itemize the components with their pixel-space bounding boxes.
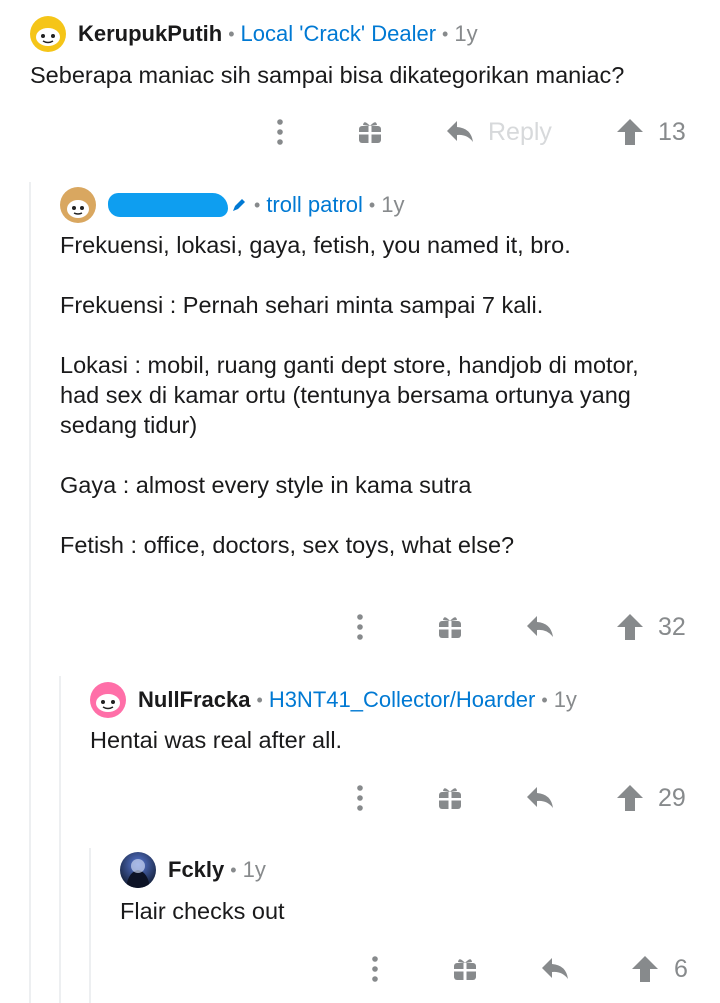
comment-meta: KerupukPutih • Local 'Crack' Dealer • 1y: [30, 16, 478, 52]
reply-button[interactable]: [524, 607, 556, 647]
vote-count: 29: [658, 783, 686, 812]
reply-button[interactable]: Reply: [446, 112, 566, 152]
comment-age: 1y: [381, 192, 405, 217]
upvote-button[interactable]: [614, 607, 646, 647]
comment-meta: NullFracka • H3NT41_Collector/Hoarder • …: [90, 682, 577, 718]
reply-icon: [446, 120, 474, 144]
gift-icon: [438, 615, 462, 639]
avatar[interactable]: [30, 16, 66, 52]
gift-icon: [358, 120, 382, 144]
award-button[interactable]: [436, 607, 464, 647]
comment-body: Seberapa maniac sih sampai bisa dikatego…: [30, 62, 625, 88]
separator-dot: •: [541, 689, 548, 710]
avatar[interactable]: [90, 682, 126, 718]
reply-label: Reply: [488, 117, 552, 146]
more-vertical-icon: [372, 956, 378, 982]
upvote-arrow-icon: [616, 118, 644, 146]
vote-count: 13: [658, 117, 686, 146]
more-options-button[interactable]: [346, 778, 374, 818]
more-options-button[interactable]: [266, 112, 294, 152]
reply-icon: [526, 786, 554, 810]
user-flair: Local 'Crack' Dealer: [240, 21, 437, 46]
vote-count: 32: [658, 612, 686, 641]
more-vertical-icon: [357, 785, 363, 811]
award-button[interactable]: [436, 778, 464, 818]
upvote-arrow-icon: [631, 955, 659, 983]
comment-age: 1y: [454, 21, 478, 46]
more-options-button[interactable]: [346, 607, 374, 647]
vote-count: 6: [674, 954, 688, 983]
gift-icon: [438, 786, 462, 810]
upvote-button[interactable]: [629, 949, 661, 989]
avatar[interactable]: [60, 187, 96, 223]
reply-icon: [526, 615, 554, 639]
comment-actions: Reply 13: [0, 112, 720, 152]
comment-meta: Fckly • 1y: [120, 852, 266, 888]
comment-actions: 29: [0, 778, 720, 818]
more-vertical-icon: [277, 119, 283, 145]
username[interactable]: Fckly: [168, 857, 224, 883]
thread-line-level-1[interactable]: [29, 182, 31, 1003]
comment-body: Hentai was real after all.: [90, 727, 343, 753]
separator-dot: •: [256, 689, 263, 710]
award-button[interactable]: [356, 112, 384, 152]
reply-icon: [541, 957, 569, 981]
comment-age: 1y: [553, 687, 577, 712]
separator-dot: •: [254, 194, 261, 215]
username[interactable]: NullFracka: [138, 687, 251, 713]
comment-body: Flair checks out: [120, 898, 285, 924]
reply-button[interactable]: [539, 949, 571, 989]
user-flair: troll patrol: [266, 192, 363, 217]
comment-age: 1y: [242, 857, 266, 882]
separator-dot: •: [228, 23, 235, 44]
user-flair: H3NT41_Collector/Hoarder: [268, 687, 536, 712]
more-vertical-icon: [357, 614, 363, 640]
separator-dot: •: [442, 23, 449, 44]
comment-actions: 6: [0, 949, 720, 989]
upvote-button[interactable]: [614, 778, 646, 818]
redacted-username: [108, 193, 228, 217]
separator-dot: •: [230, 859, 237, 880]
comment-meta: • troll patrol • 1y: [60, 187, 405, 223]
comment-actions: 32: [0, 607, 720, 647]
username[interactable]: KerupukPutih: [78, 21, 222, 47]
reply-button[interactable]: [524, 778, 556, 818]
separator-dot: •: [368, 194, 376, 215]
more-options-button[interactable]: [361, 949, 389, 989]
pencil-icon: [232, 198, 246, 212]
avatar[interactable]: [120, 852, 156, 888]
upvote-button[interactable]: [614, 112, 646, 152]
award-button[interactable]: [451, 949, 479, 989]
upvote-arrow-icon: [616, 613, 644, 641]
gift-icon: [453, 957, 477, 981]
upvote-arrow-icon: [616, 784, 644, 812]
comment-body: Frekuensi, lokasi, gaya, fetish, you nam…: [60, 232, 639, 558]
